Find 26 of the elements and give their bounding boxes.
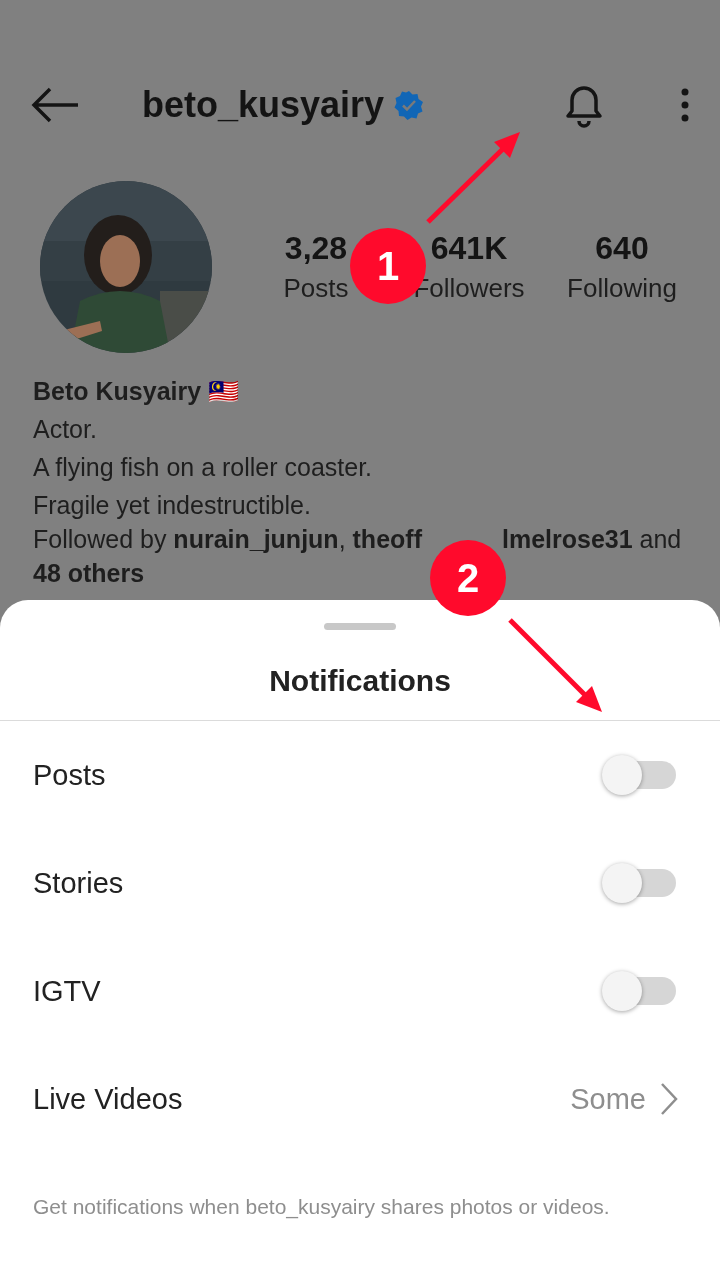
stat-label: Following: [567, 273, 677, 304]
stat-count: 641K: [430, 230, 508, 267]
followed-by-text: 48 others: [33, 558, 145, 589]
more-options-icon[interactable]: [680, 88, 690, 122]
followed-by-text: Followed by nurain_junjun, theoff: [33, 524, 422, 555]
toggle-switch[interactable]: [602, 754, 678, 796]
profile-name: Beto Kusyairy 🇲🇾: [33, 376, 241, 407]
setting-value-link[interactable]: Some: [570, 1082, 678, 1116]
toggle-switch[interactable]: [602, 862, 678, 904]
bio-line: Actor.: [33, 414, 98, 445]
footer-note: Get notifications when beto_kusyairy shares photos or videos.: [32, 1194, 611, 1221]
setting-label: Posts: [33, 758, 106, 792]
toggle-switch[interactable]: [602, 970, 678, 1012]
stat-count: 640: [595, 230, 649, 267]
bio-line: Fragile yet indestructible.: [33, 490, 312, 521]
stat-label: Posts: [283, 273, 349, 304]
username-title: beto_kusyairy: [142, 84, 385, 126]
stat-count: 3,28: [284, 230, 348, 267]
setting-label: Live Videos: [33, 1082, 183, 1116]
bio-line: A flying fish on a roller coaster.: [33, 452, 374, 483]
back-button[interactable]: [30, 87, 80, 123]
chevron-icon: [660, 1082, 678, 1116]
sheet-title: Notifications: [269, 663, 451, 699]
setting-label: Stories: [33, 866, 124, 900]
drag-handle[interactable]: [324, 623, 396, 630]
setting-label: IGTV: [33, 974, 101, 1008]
